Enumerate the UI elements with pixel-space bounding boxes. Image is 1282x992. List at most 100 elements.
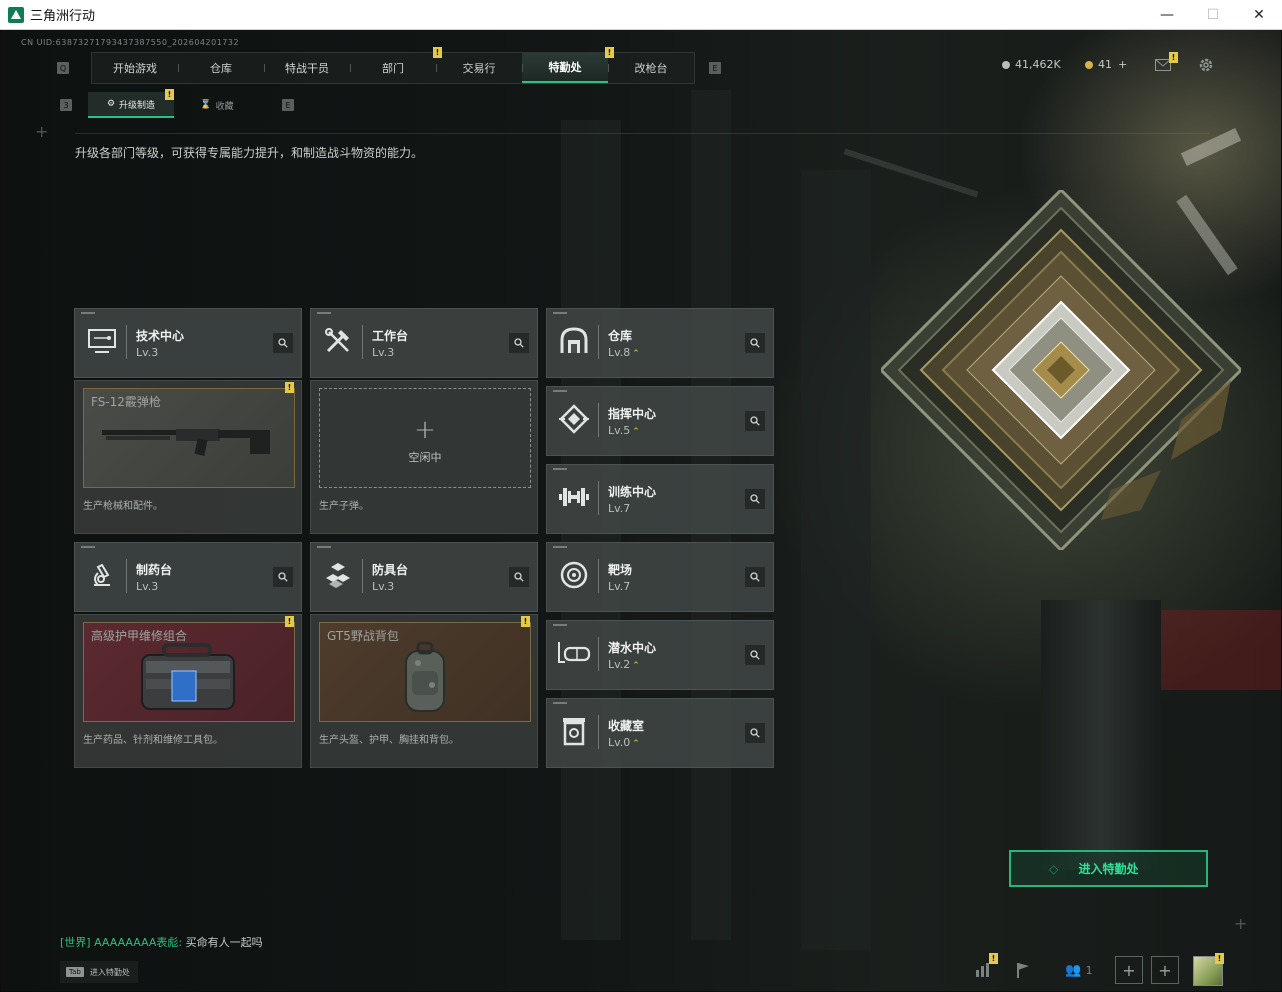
target-icon [557, 558, 591, 592]
search-icon[interactable] [273, 333, 293, 353]
gold-add-button[interactable]: + [1118, 58, 1127, 71]
dept-level: Lv.3 [372, 346, 395, 359]
warehouse-icon [557, 324, 591, 358]
special-ops-cube-model [881, 190, 1241, 550]
dept-level: Lv.0 ⌃ [608, 736, 640, 749]
search-icon[interactable] [745, 723, 765, 743]
enter-button-label: 进入特勤处 [1078, 862, 1139, 876]
production-note: 生产药品、针剂和维修工具包。 [83, 735, 223, 746]
stats-icon[interactable]: ! [969, 953, 998, 984]
tab-label: 开始游戏 [113, 62, 157, 75]
silver-amount: 41,462K [1015, 58, 1061, 71]
page-description: 升级各部门等级，可获得专属能力提升，和制造战斗物资的能力。 [75, 146, 424, 160]
search-icon[interactable] [509, 333, 529, 353]
tab-label: 特战干员 [285, 62, 329, 75]
tab-gunsmith[interactable]: 改枪台 [608, 53, 694, 83]
search-icon[interactable] [745, 411, 765, 431]
production-note: 生产子弹。 [319, 501, 369, 512]
cube-pedestal [1041, 600, 1161, 870]
close-button[interactable]: ✕ [1236, 0, 1282, 30]
tab-label: 交易行 [462, 62, 496, 75]
dept-card-pharmacy[interactable]: 制药台 Lv.3 [74, 542, 302, 612]
search-icon[interactable] [745, 333, 765, 353]
production-note: 生产头盔、护甲、胸挂和背包。 [319, 735, 459, 746]
enter-special-ops-button[interactable]: ◇ 进入特勤处 [1009, 850, 1208, 887]
notification-badge: ! [285, 616, 294, 627]
repair-kit-bag-image [141, 643, 235, 710]
chat-line[interactable]: [世界] AAAAAAAA表彪: 买命有人一起吗 [60, 934, 263, 950]
diving-mask-icon [557, 636, 591, 670]
gold-coin-icon [1085, 60, 1093, 69]
player-uid: CN UID:63873271793437387550_202604201732 [21, 38, 240, 47]
subtab-collection[interactable]: ⌛ 收藏 [174, 92, 260, 118]
upgrade-arrow-icon: ⌃ [632, 427, 640, 437]
dept-name: 指挥中心 [608, 407, 657, 421]
production-slot-workbench[interactable]: + 空闲中 生产子弹。 [310, 380, 538, 534]
tab-warehouse[interactable]: 仓库 [178, 53, 264, 83]
notification-badge: ! [165, 89, 174, 100]
idle-label: 空闲中 [408, 451, 442, 464]
search-icon[interactable] [745, 489, 765, 509]
collection-icon [557, 714, 591, 748]
subtab-upgrade-craft[interactable]: ⚙ 升级制造 ! [88, 89, 174, 118]
dept-card-warehouse[interactable]: 仓库 Lv.8 ⌃ [546, 308, 774, 378]
key-hint-3[interactable]: 3 [60, 99, 72, 111]
add-slot-button[interactable]: + [1151, 956, 1179, 984]
production-slot-tech-center[interactable]: FS-12霰弹枪 ! 生产枪械和配件。 [74, 380, 302, 534]
notification-badge: ! [285, 382, 294, 393]
dept-card-collection-room[interactable]: 收藏室 Lv.0 ⌃ [546, 698, 774, 768]
background-pillar [801, 170, 871, 950]
tab-shortcut-hint[interactable]: Tab 进入特勤处 [60, 961, 138, 983]
dumbbell-icon [557, 480, 591, 514]
dept-card-shooting-range[interactable]: 靶场 Lv.7 [546, 542, 774, 612]
production-item-box[interactable]: GT5野战背包 ! [319, 616, 531, 722]
production-item-box[interactable]: 高级护甲维修组合 ! [83, 616, 295, 722]
production-item-box[interactable]: FS-12霰弹枪 ! [83, 382, 295, 488]
mail-icon[interactable]: ! [1154, 52, 1178, 74]
chat-channel: [世界] [60, 936, 91, 949]
divider [75, 133, 1209, 134]
dept-card-armor-bench[interactable]: 防具台 Lv.3 [310, 542, 538, 612]
craft-icon: ⚙ [106, 99, 116, 109]
dept-card-diving-center[interactable]: 潜水中心 Lv.2 ⌃ [546, 620, 774, 690]
backpack-image [405, 641, 445, 712]
silver-coin-icon [1002, 60, 1010, 69]
tab-start-game[interactable]: 开始游戏 [92, 53, 178, 83]
search-icon[interactable] [745, 645, 765, 665]
tab-operators[interactable]: 特战干员 [264, 53, 350, 83]
dept-name: 技术中心 [136, 329, 185, 343]
production-slot-armor-bench[interactable]: GT5野战背包 ! 生产头盔、护甲、胸挂和背包。 [310, 614, 538, 768]
dept-card-tech-center[interactable]: 技术中心 Lv.3 [74, 308, 302, 378]
gear-icon[interactable] [1197, 56, 1215, 74]
gold-currency[interactable]: 41 + [1085, 58, 1127, 71]
key-hint-e[interactable]: E [282, 99, 294, 111]
dept-card-training-center[interactable]: 训练中心 Lv.7 [546, 464, 774, 534]
search-icon[interactable] [509, 567, 529, 587]
dept-name: 防具台 [372, 563, 409, 577]
flag-icon[interactable] [1009, 956, 1037, 984]
silver-currency[interactable]: 41,462K [1002, 58, 1061, 71]
search-icon[interactable] [273, 567, 293, 587]
key-hint-q[interactable]: Q [57, 62, 69, 74]
upgrade-arrow-icon: ⌃ [632, 661, 640, 671]
dept-card-command-center[interactable]: 指挥中心 Lv.5 ⌃ [546, 386, 774, 456]
search-icon[interactable] [745, 567, 765, 587]
production-slot-pharmacy[interactable]: 高级护甲维修组合 ! 生产药品、针剂和维修工具包。 [74, 614, 302, 768]
notification-badge: ! [1215, 953, 1224, 964]
friends-button[interactable]: 👥 1 [1059, 956, 1099, 984]
tab-departments[interactable]: 部门! [350, 47, 442, 83]
production-empty-slot[interactable]: + 空闲中 [319, 388, 531, 488]
dept-level: Lv.5 ⌃ [608, 424, 640, 437]
dept-name: 收藏室 [608, 719, 645, 733]
plus-icon: + [414, 415, 436, 445]
avatar[interactable]: ! [1193, 953, 1224, 986]
maximize-button[interactable]: ☐ [1190, 0, 1236, 30]
key-hint-e[interactable]: E [709, 62, 721, 74]
tab-special-ops[interactable]: 特勤处! [522, 47, 614, 83]
tab-trading[interactable]: 交易行 [436, 53, 522, 83]
add-slot-button[interactable]: + [1115, 956, 1143, 984]
hourglass-icon: ⌛ [200, 100, 212, 110]
dept-card-workbench[interactable]: 工作台 Lv.3 [310, 308, 538, 378]
minimize-button[interactable]: — [1144, 0, 1190, 30]
window-title: 三角洲行动 [30, 9, 96, 24]
